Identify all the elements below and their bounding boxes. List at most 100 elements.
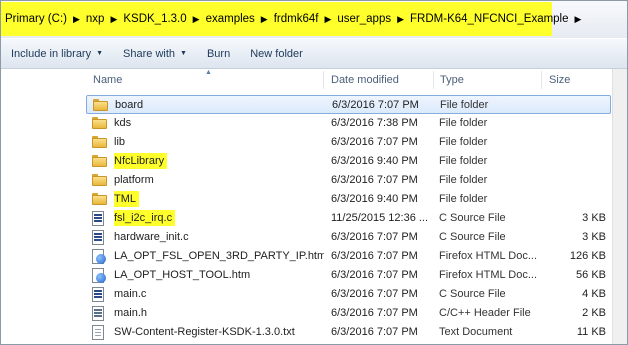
file-name: LA_OPT_HOST_TOOL.htm <box>114 269 251 281</box>
breadcrumb-arrow-icon[interactable]: ▶ <box>108 14 119 25</box>
column-divider[interactable] <box>541 71 542 89</box>
file-size <box>556 133 606 152</box>
file-row[interactable]: main.h 6/3/2016 7:07 PM C/C++ Header File 2… <box>86 304 611 323</box>
burn-button[interactable]: Burn <box>197 43 240 65</box>
file-row[interactable]: kds 6/3/2016 7:38 PM File folder <box>86 114 611 133</box>
breadcrumb-arrow-icon[interactable]: ▶ <box>259 14 270 25</box>
file-name: platform <box>114 174 154 186</box>
folder-icon <box>92 116 112 131</box>
file-type: C Source File <box>439 288 506 300</box>
file-size: 11 KB <box>576 326 606 338</box>
file-type: C/C++ Header File <box>439 307 531 319</box>
file-type: File folder <box>439 117 488 129</box>
column-header-size[interactable]: Size <box>549 69 609 91</box>
vertical-scrollbar[interactable] <box>612 69 627 344</box>
html-document-icon <box>92 268 112 283</box>
file-size <box>556 171 606 190</box>
sort-ascending-icon: ▲ <box>205 69 212 76</box>
file-row[interactable]: NfcLibrary 6/3/2016 9:40 PM File folder <box>86 152 611 171</box>
file-date-modified: 6/3/2016 7:07 PM <box>331 269 418 281</box>
file-name: main.c <box>114 288 147 300</box>
breadcrumb-item[interactable]: examples <box>202 13 259 25</box>
file-type: Text Document <box>439 326 513 338</box>
column-divider[interactable] <box>323 71 324 89</box>
column-header-row: Name ▲ Date modified Type Size <box>1 69 627 91</box>
file-date-modified: 6/3/2016 9:40 PM <box>331 193 418 205</box>
file-date-modified: 11/25/2015 12:36 ... <box>331 212 429 224</box>
file-size: 126 KB <box>569 250 606 262</box>
file-date-modified: 6/3/2016 9:40 PM <box>331 155 418 167</box>
file-row[interactable]: hardware_init.c 6/3/2016 7:07 PM C Source … <box>86 228 611 247</box>
breadcrumb-item[interactable]: FRDM-K64_NFCNCI_Example <box>406 13 572 25</box>
new-folder-label: New folder <box>250 47 303 60</box>
file-date-modified: 6/3/2016 7:07 PM <box>331 326 418 338</box>
file-row[interactable]: main.c 6/3/2016 7:07 PM C Source File 4 KB <box>86 285 611 304</box>
file-name: kds <box>114 117 132 129</box>
file-size: 3 KB <box>582 212 606 224</box>
file-row[interactable]: platform 6/3/2016 7:07 PM File folder <box>86 171 611 190</box>
file-row[interactable]: LA_OPT_FSL_OPEN_3RD_PARTY_IP.htm 6/3/2016… <box>86 247 611 266</box>
file-type: File folder <box>439 155 488 167</box>
breadcrumb-item[interactable]: KSDK_1.3.0 <box>119 13 190 25</box>
folder-icon <box>93 98 113 113</box>
file-size: 4 KB <box>582 288 606 300</box>
file-date-modified: 6/3/2016 7:07 PM <box>331 250 418 262</box>
c-source-icon <box>92 211 112 226</box>
breadcrumb-item[interactable]: frdmk64f <box>270 13 323 25</box>
file-type: File folder <box>439 174 488 186</box>
file-size: 3 KB <box>582 231 606 243</box>
file-row[interactable]: lib 6/3/2016 7:07 PM File folder <box>86 133 611 152</box>
text-document-icon <box>92 325 112 340</box>
include-in-library-button[interactable]: Include in library ▼ <box>1 43 113 65</box>
file-type: C Source File <box>439 231 506 243</box>
file-name: LA_OPT_FSL_OPEN_3RD_PARTY_IP.htm <box>114 250 324 262</box>
file-name: board <box>115 99 144 111</box>
folder-icon <box>92 135 112 150</box>
include-in-library-label: Include in library <box>11 47 92 60</box>
share-with-button[interactable]: Share with ▼ <box>113 43 197 65</box>
file-type: File folder <box>439 136 488 148</box>
file-row[interactable]: fsl_i2c_irq.c 11/25/2015 12:36 ... C Sourc… <box>86 209 611 228</box>
breadcrumb-arrow-icon[interactable]: ▶ <box>573 14 584 25</box>
column-divider[interactable] <box>433 71 434 89</box>
file-type: Firefox HTML Doc... <box>439 269 537 281</box>
column-header-type[interactable]: Type <box>440 69 540 91</box>
file-row[interactable]: LA_OPT_HOST_TOOL.htm 6/3/2016 7:07 PM Fire… <box>86 266 611 285</box>
file-size <box>557 96 607 115</box>
file-type: File folder <box>440 99 489 111</box>
file-size: 2 KB <box>582 307 606 319</box>
file-name: SW-Content-Register-KSDK-1.3.0.txt <box>114 326 295 338</box>
file-date-modified: 6/3/2016 7:07 PM <box>332 99 419 111</box>
file-size <box>556 190 606 209</box>
folder-icon <box>92 154 112 169</box>
breadcrumb-arrow-icon[interactable]: ▶ <box>395 14 406 25</box>
file-row[interactable]: board 6/3/2016 7:07 PM File folder <box>86 95 611 114</box>
share-with-label: Share with <box>123 47 176 60</box>
file-name: main.h <box>114 307 148 319</box>
address-bar[interactable]: Primary (C:) ▶ nxp ▶ KSDK_1.3.0 ▶ examples ▶ frd… <box>1 2 581 36</box>
breadcrumb-item[interactable]: user_apps <box>333 13 395 25</box>
breadcrumb-arrow-icon[interactable]: ▶ <box>191 14 202 25</box>
file-date-modified: 6/3/2016 7:38 PM <box>331 117 418 129</box>
breadcrumb-arrow-icon[interactable]: ▶ <box>71 14 82 25</box>
breadcrumb-item[interactable]: nxp <box>82 13 109 25</box>
file-list: Name ▲ Date modified Type Size board 6/3/… <box>1 69 627 344</box>
c-header-icon <box>92 306 112 321</box>
file-name: hardware_init.c <box>114 231 189 243</box>
file-type: File folder <box>439 193 488 205</box>
file-size <box>556 152 606 171</box>
file-size <box>556 114 606 133</box>
explorer-window: Primary (C:) ▶ nxp ▶ KSDK_1.3.0 ▶ examples ▶ frd… <box>0 0 628 345</box>
file-row[interactable]: TML 6/3/2016 9:40 PM File folder <box>86 190 611 209</box>
breadcrumb-arrow-icon[interactable]: ▶ <box>322 14 333 25</box>
address-bar-area: Primary (C:) ▶ nxp ▶ KSDK_1.3.0 ▶ examples ▶ frd… <box>1 1 627 38</box>
file-name: fsl_i2c_irq.c <box>114 209 324 228</box>
folder-icon <box>92 192 112 207</box>
file-name: lib <box>114 136 126 148</box>
breadcrumb-item[interactable]: Primary (C:) <box>1 13 71 25</box>
column-header-date[interactable]: Date modified <box>331 69 431 91</box>
file-row[interactable]: SW-Content-Register-KSDK-1.3.0.txt 6/3/20… <box>86 323 611 342</box>
file-date-modified: 6/3/2016 7:07 PM <box>331 174 418 186</box>
new-folder-button[interactable]: New folder <box>240 43 313 65</box>
file-name: TML <box>114 190 324 209</box>
